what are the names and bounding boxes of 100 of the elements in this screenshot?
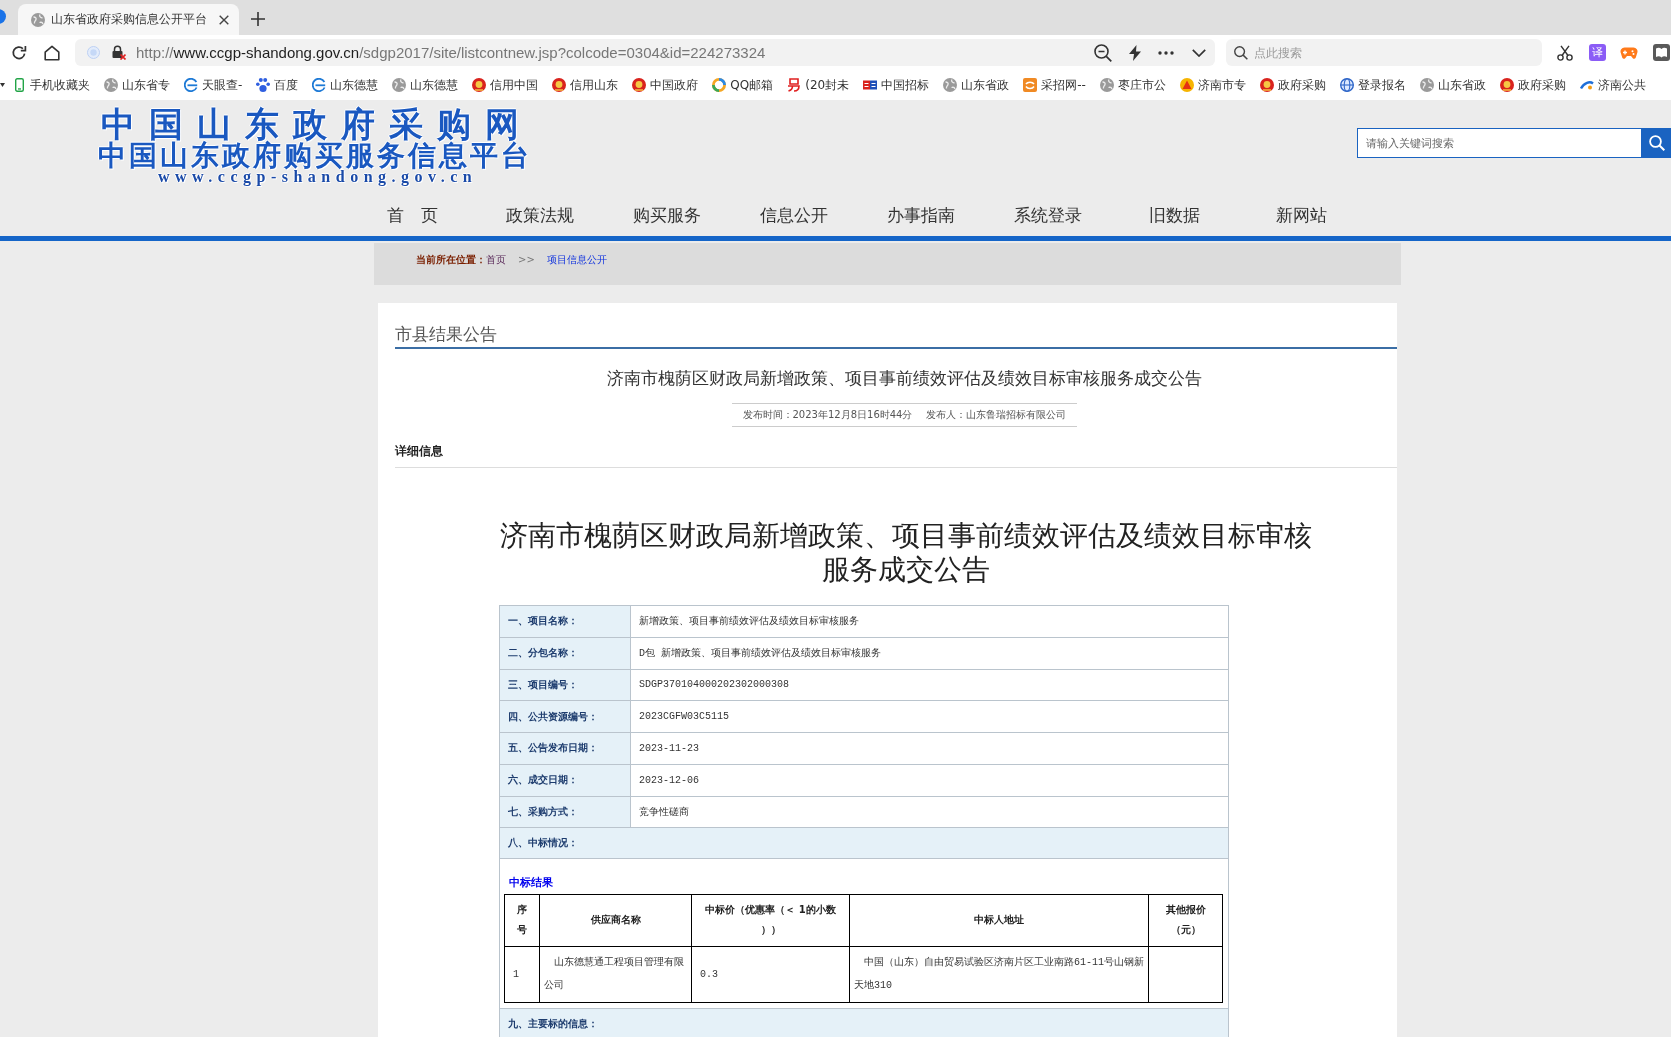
circle-icon	[87, 46, 100, 59]
nav-link[interactable]: 旧数据	[1149, 196, 1200, 236]
breadcrumb-separator: >>	[518, 253, 535, 267]
bookmark-item[interactable]: 山东省政	[943, 76, 1010, 94]
letter-e-icon	[184, 78, 198, 92]
letter-e-icon	[312, 78, 327, 92]
search-bar[interactable]: 点此搜索	[1226, 39, 1542, 66]
search-icon	[1234, 45, 1248, 60]
bookmark-item[interactable]: 天眼查-	[184, 76, 243, 94]
bookmark-item[interactable]: 中国招标	[863, 76, 930, 94]
publisher: 发布人：山东鲁瑞招标有限公司	[925, 408, 1066, 422]
field-label: 二、分包名称：	[499, 637, 631, 669]
nav-link[interactable]: 系统登录	[1013, 196, 1082, 236]
nav-link[interactable]: 首 页	[387, 196, 438, 236]
emblem-icon	[1259, 78, 1274, 92]
swoosh-icon	[1579, 78, 1594, 92]
bookmark-item[interactable]: 百度	[256, 76, 299, 94]
phone-icon	[15, 78, 24, 92]
table-cell: 1	[504, 946, 540, 1003]
squiggle-icon	[787, 78, 802, 92]
emblem-icon	[552, 78, 567, 92]
column-header: 序号	[504, 894, 540, 947]
globe-icon	[1099, 78, 1114, 92]
field-label: 四、公共资源编号：	[499, 700, 631, 733]
close-icon[interactable]	[219, 14, 229, 25]
bookmark-item[interactable]: (20封未	[787, 76, 850, 94]
logo-domain: www.ccgp-shandong.gov.cn	[158, 169, 478, 185]
translate-button[interactable]: 译	[1589, 44, 1606, 61]
bookmark-item[interactable]: 登录报名	[1339, 76, 1406, 94]
publish-time: 发布时间：2023年12月8日16时44分	[742, 408, 913, 422]
field-value: SDGP370104000202302000308	[630, 669, 1229, 701]
tile-icon	[1023, 78, 1038, 92]
bookmark-item[interactable]: 山东德慧	[312, 76, 379, 94]
chevron-down-icon[interactable]	[1192, 48, 1206, 57]
field-value: D包 新增政策、项目事前绩效评估及绩效目标审核服务	[630, 637, 1229, 669]
triangle-emblem-icon	[1179, 78, 1194, 92]
table-cell: 0.3	[691, 946, 850, 1003]
plus-icon[interactable]	[251, 11, 265, 26]
bookmark-item[interactable]: 信用中国	[472, 76, 539, 94]
field-label: 五、公告发布日期：	[499, 732, 631, 765]
field-value: 2023-12-06	[630, 764, 1229, 796]
table-cell: 中国（山东）自由贸易试验区济南片区工业南路61-11号山钢新天地310	[849, 946, 1149, 1003]
emblem-icon	[1499, 78, 1514, 92]
breadcrumb-link[interactable]: 项目信息公开	[546, 253, 607, 267]
bookmark-item[interactable]: 济南市专	[1179, 76, 1246, 94]
address-bar[interactable]: http://www.ccgp-shandong.gov.cn/sdgp2017/site/listcontnew.jsp?colcode=0304&id=224273324	[75, 39, 1215, 66]
home-icon[interactable]	[44, 44, 60, 61]
bookmark-item[interactable]: 中国政府	[632, 76, 699, 94]
globe-icon	[1419, 78, 1434, 92]
article-title: 济南市槐荫区财政局新增政策、项目事前绩效评估及绩效目标审核服务成交公告	[605, 368, 1203, 390]
nav-link[interactable]: 购买服务	[632, 196, 701, 236]
field-label: 一、项目名称：	[499, 605, 631, 638]
lightning-icon[interactable]	[1129, 44, 1141, 61]
field-value: 2023-11-23	[630, 732, 1229, 765]
logo-subtitle: 中国山东政府购买服务信息平台	[98, 142, 533, 169]
bookmark-item[interactable]: 济南公共	[1579, 76, 1646, 94]
section-label: 九、主要标的信息：	[499, 1008, 1229, 1037]
bookmark-item[interactable]: 手机收藏夹	[12, 76, 90, 94]
details-heading: 详细信息	[395, 439, 1397, 468]
book-icon[interactable]	[1653, 44, 1670, 61]
globe-icon	[104, 78, 118, 92]
more-icon[interactable]	[1158, 50, 1174, 55]
column-header: 中标人地址	[849, 894, 1149, 947]
table-cell: 山东德慧通工程项目管理有限公司	[539, 946, 692, 1003]
caret-icon[interactable]	[0, 83, 5, 87]
bookmark-item[interactable]: 信用山东	[552, 76, 619, 94]
bookmark-item[interactable]: 政府采购	[1499, 76, 1566, 94]
nav-link[interactable]: 办事指南	[886, 196, 955, 236]
bookmark-item[interactable]: 枣庄市公	[1099, 76, 1166, 94]
field-label: 七、采购方式：	[499, 796, 631, 828]
gamepad-icon[interactable]	[1620, 45, 1638, 60]
column-header: 中标价（优惠率（＜ 1的小数））	[691, 894, 850, 947]
globe-icon	[392, 78, 407, 92]
bookmark-item[interactable]: QQ邮箱	[712, 76, 774, 94]
ring-icon	[712, 78, 727, 92]
nav-link[interactable]: 新网站	[1276, 196, 1327, 236]
scissors-icon[interactable]	[1557, 44, 1573, 61]
bookmark-item[interactable]: 山东德慧	[392, 76, 459, 94]
bookmark-item[interactable]: 采招网--	[1023, 76, 1086, 94]
zoom-out-icon[interactable]	[1094, 43, 1112, 62]
browser-tab[interactable]: 山东省政府采购信息公开平台	[18, 4, 239, 35]
nav-link[interactable]: 信息公开	[759, 196, 828, 236]
field-value: 新增政策、项目事前绩效评估及绩效目标审核服务	[630, 605, 1229, 638]
bookmark-item[interactable]: 政府采购	[1259, 76, 1326, 94]
section-title: 市县结果公告	[395, 303, 1397, 349]
breadcrumb-link[interactable]: 首页	[486, 253, 506, 267]
search-field[interactable]: 请输入关键词搜索	[1357, 128, 1642, 158]
logo-title[interactable]: 中国山东政府采购网	[98, 107, 533, 142]
reload-icon[interactable]	[11, 44, 27, 61]
field-value: 竞争性磋商	[630, 796, 1229, 828]
bookmark-item[interactable]: 山东省专	[104, 76, 170, 94]
lock-cross-icon[interactable]	[111, 45, 126, 60]
bookmark-item[interactable]: 山东省政	[1419, 76, 1486, 94]
nav-link[interactable]: 政策法规	[505, 196, 574, 236]
field-value: 2023CGFW03C5115	[630, 700, 1229, 733]
search-icon	[1648, 135, 1665, 151]
url-field[interactable]: http://www.ccgp-shandong.gov.cn/sdgp2017/site/listcontnew.jsp?colcode=0304&id=224273324	[136, 44, 766, 61]
field-label: 六、成交日期：	[499, 764, 631, 796]
search-field[interactable]: 点此搜索	[1254, 41, 1542, 64]
search-button[interactable]	[1642, 128, 1671, 158]
